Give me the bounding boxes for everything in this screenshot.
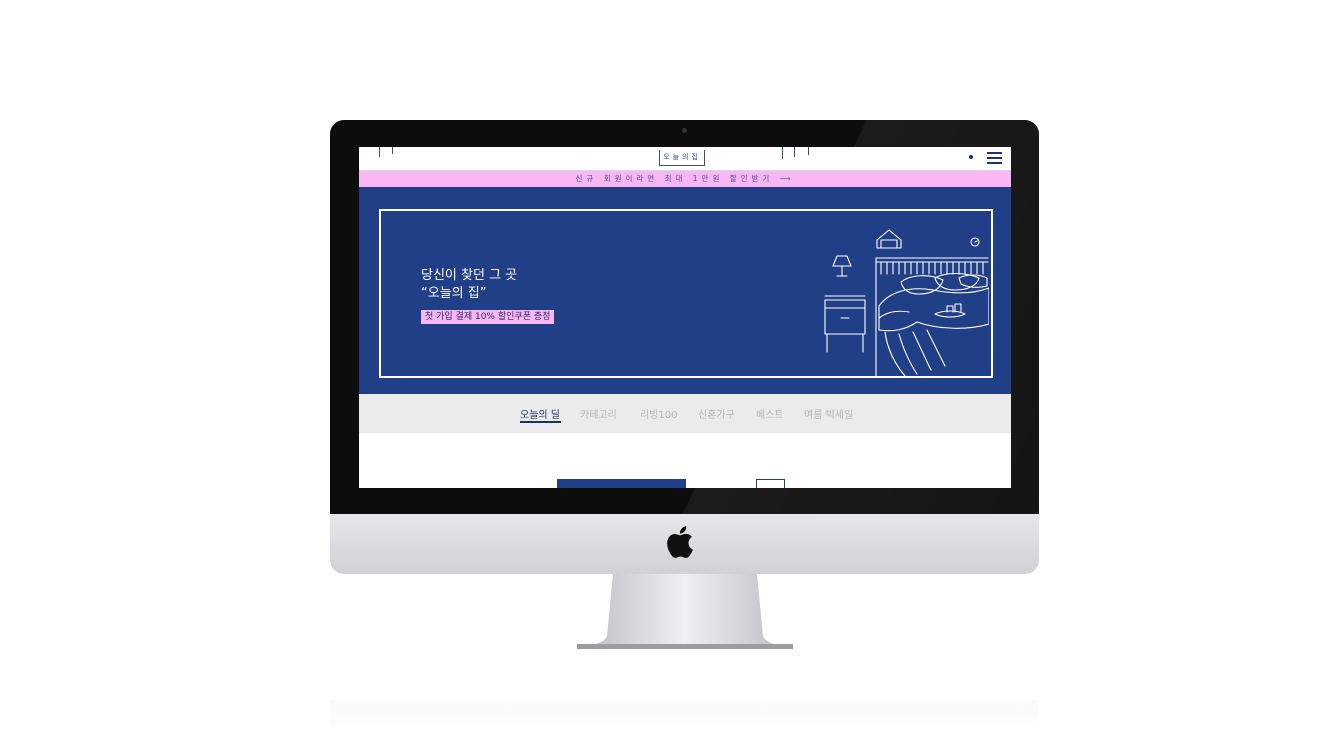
decor-line — [379, 147, 380, 157]
top-nav: 오늘의집 — [359, 147, 1011, 171]
bedroom-illustration — [824, 229, 989, 377]
hero-title: 당신이 찾던 그 곳 “오늘의 집” — [421, 267, 517, 303]
website-screen: 오늘의집 신규 회원이라면 최대 1만원 할인받기 ⟶ 당신이 찾던 그 곳 “… — [359, 147, 1011, 488]
tab-category[interactable]: 카테고리 — [580, 406, 617, 421]
monitor-stand — [577, 574, 793, 649]
decor-line — [794, 147, 795, 157]
product-card[interactable] — [756, 479, 785, 488]
category-tabs: 오늘의 딜 카테고리 리빙100 신혼가구 베스트 여름 빅세일 — [359, 394, 1011, 433]
tab-summer-sale[interactable]: 여름 빅세일 — [804, 406, 853, 421]
product-card[interactable] — [557, 479, 686, 488]
hero-banner[interactable]: 당신이 찾던 그 곳 “오늘의 집” 첫 가입 결제 10% 할인쿠폰 증정 — [359, 187, 1011, 394]
tab-todays-deal[interactable]: 오늘의 딜 — [520, 406, 560, 421]
tab-living100[interactable]: 리빙100 — [640, 406, 678, 421]
hero-title-line2: “오늘의 집” — [421, 286, 487, 301]
decor-line — [782, 147, 783, 159]
site-logo[interactable]: 오늘의집 — [659, 150, 705, 166]
tab-wedding-furniture[interactable]: 신혼가구 — [698, 406, 735, 421]
camera — [682, 128, 687, 133]
notification-dot — [969, 155, 973, 159]
menu-icon[interactable] — [987, 152, 1003, 164]
tab-best[interactable]: 베스트 — [756, 406, 784, 421]
floor-reflection — [330, 700, 1039, 740]
decor-line — [392, 147, 393, 154]
content-area — [359, 433, 1011, 488]
signup-promo-banner[interactable]: 신규 회원이라면 최대 1만원 할인받기 ⟶ — [359, 171, 1011, 187]
apple-logo — [667, 526, 693, 558]
active-tab-indicator — [520, 421, 561, 423]
coupon-badge[interactable]: 첫 가입 결제 10% 할인쿠폰 증정 — [421, 310, 555, 324]
decor-line — [808, 147, 809, 155]
hero-title-line1: 당신이 찾던 그 곳 — [421, 268, 518, 283]
